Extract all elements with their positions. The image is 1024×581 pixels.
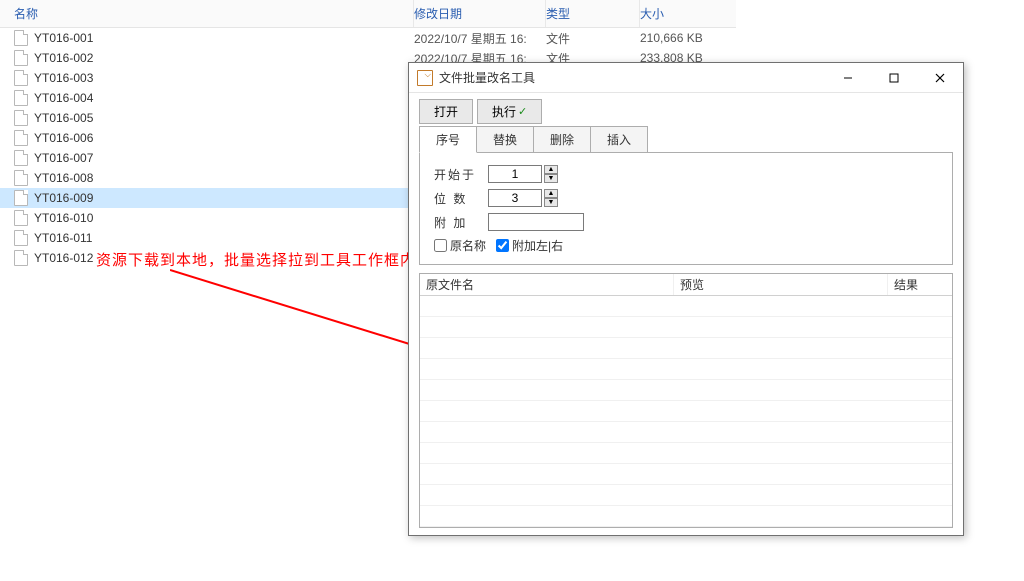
titlebar[interactable]: 文件批量改名工具	[409, 63, 963, 93]
grid-body[interactable]	[420, 296, 952, 527]
start-label: 开始于	[434, 166, 480, 183]
file-icon	[14, 170, 28, 186]
file-name: YT016-001	[34, 31, 93, 45]
suffix-input[interactable]	[488, 213, 584, 231]
explorer-header: 名称 修改日期 类型 大小	[0, 0, 736, 28]
rename-tool-window: 文件批量改名工具 打开 执行✓ 序号 替换 删除 插入	[408, 62, 964, 536]
file-name: YT016-011	[34, 231, 92, 245]
file-icon	[14, 210, 28, 226]
tab-panel-sequence: 开始于 ▲▼ 位 数 ▲▼ 附 加 原名称	[419, 152, 953, 265]
execute-button[interactable]: 执行✓	[477, 99, 542, 124]
file-icon	[14, 30, 28, 46]
file-name: YT016-009	[34, 191, 93, 205]
file-icon	[14, 250, 28, 266]
digits-spinner[interactable]: ▲▼	[544, 189, 558, 207]
append-checkbox[interactable]: 附加左|右	[496, 237, 563, 254]
grid-col-result[interactable]: 结果	[888, 274, 952, 295]
start-spinner[interactable]: ▲▼	[544, 165, 558, 183]
column-header-size[interactable]: 大小	[640, 0, 730, 27]
tab-replace[interactable]: 替换	[477, 126, 534, 152]
column-header-name[interactable]: 名称	[0, 0, 414, 27]
grid-col-preview[interactable]: 预览	[674, 274, 888, 295]
orig-name-checkbox[interactable]: 原名称	[434, 237, 486, 254]
suffix-label: 附 加	[434, 214, 480, 231]
file-type: 文件	[546, 30, 640, 47]
file-size: 210,666 KB	[640, 31, 730, 45]
file-icon	[14, 70, 28, 86]
minimize-button[interactable]	[825, 63, 871, 93]
file-name: YT016-004	[34, 91, 93, 105]
tab-delete[interactable]: 删除	[534, 126, 591, 152]
maximize-button[interactable]	[871, 63, 917, 93]
file-row[interactable]: YT016-001 2022/10/7 星期五 16:文件210,666 KB	[0, 28, 736, 48]
annotation-text: 资源下载到本地，批量选择拉到工具工作框内	[96, 249, 416, 270]
file-icon	[14, 130, 28, 146]
file-name: YT016-002	[34, 51, 93, 65]
close-button[interactable]	[917, 63, 963, 93]
digits-label: 位 数	[434, 190, 480, 207]
open-button[interactable]: 打开	[419, 99, 473, 124]
file-name: YT016-006	[34, 131, 93, 145]
file-name: YT016-010	[34, 211, 93, 225]
app-icon	[417, 70, 433, 86]
digits-input[interactable]	[488, 189, 542, 207]
file-icon	[14, 150, 28, 166]
start-input[interactable]	[488, 165, 542, 183]
tab-sequence[interactable]: 序号	[419, 126, 477, 153]
preview-grid: 原文件名 预览 结果	[419, 273, 953, 528]
file-name: YT016-005	[34, 111, 93, 125]
window-controls	[825, 63, 963, 93]
file-icon	[14, 90, 28, 106]
column-header-date[interactable]: 修改日期	[414, 0, 546, 27]
tab-strip: 序号 替换 删除 插入	[419, 126, 953, 152]
tab-insert[interactable]: 插入	[591, 126, 648, 152]
column-header-type[interactable]: 类型	[546, 0, 640, 27]
file-date: 2022/10/7 星期五 16:	[414, 30, 546, 47]
grid-header: 原文件名 预览 结果	[420, 274, 952, 296]
file-name: YT016-008	[34, 171, 93, 185]
grid-col-original[interactable]: 原文件名	[420, 274, 674, 295]
file-icon	[14, 190, 28, 206]
window-title: 文件批量改名工具	[439, 69, 819, 86]
file-icon	[14, 110, 28, 126]
file-name: YT016-012	[34, 251, 93, 265]
file-icon	[14, 230, 28, 246]
file-name: YT016-007	[34, 151, 93, 165]
file-icon	[14, 50, 28, 66]
checkmark-icon: ✓	[518, 105, 527, 118]
file-name: YT016-003	[34, 71, 93, 85]
